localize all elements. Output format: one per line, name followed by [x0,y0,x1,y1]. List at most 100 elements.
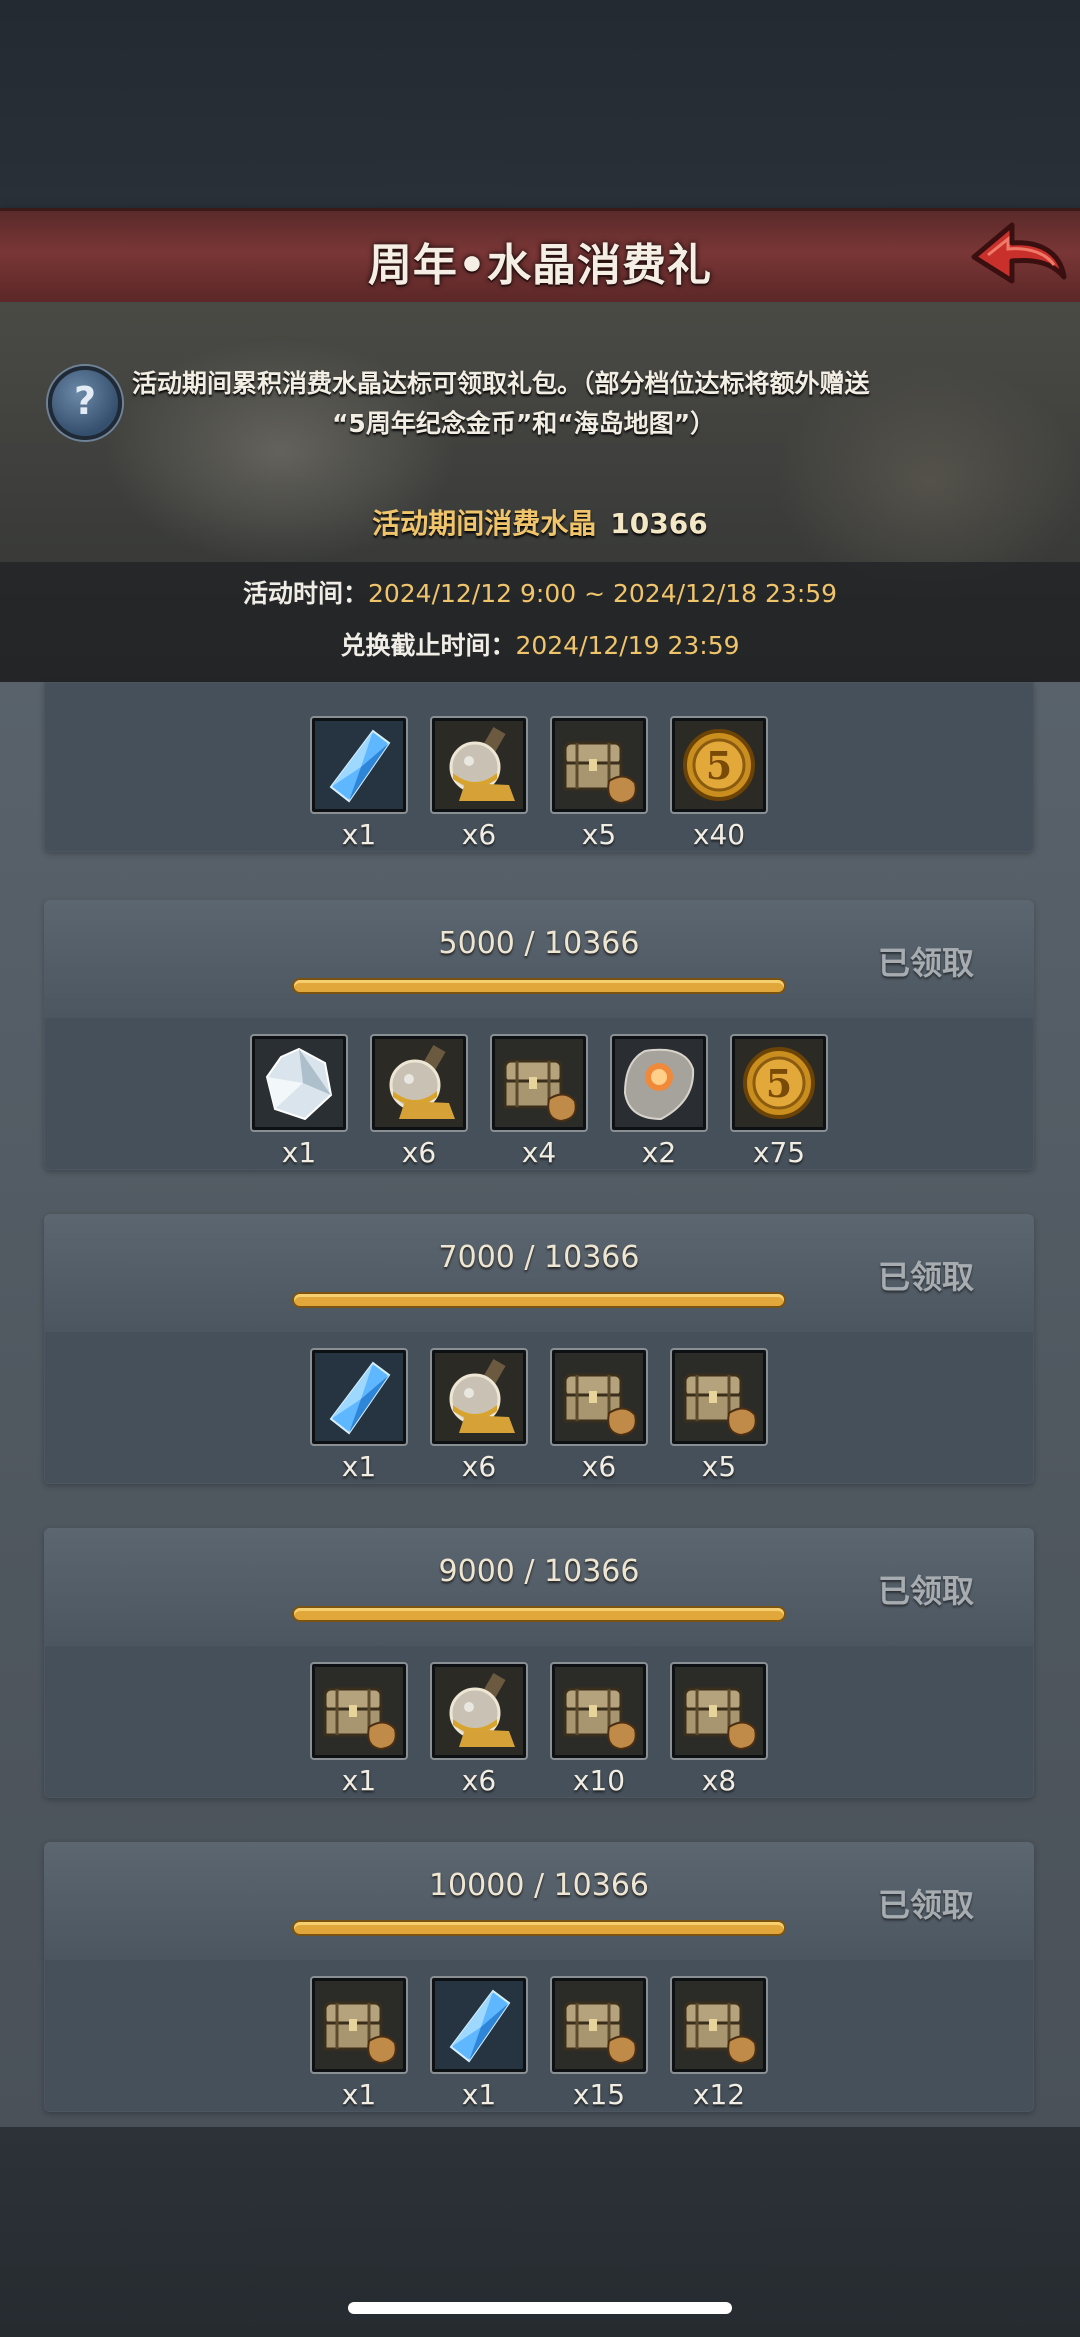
reward-item[interactable]: x12 [659,1978,779,2111]
description-line-2: “5周年纪念金币”和“海岛地图”） [332,409,716,438]
reward-quantity: x75 [752,1136,806,1169]
reward-quantity: x6 [461,1450,497,1483]
tier-progress-bar [294,1922,784,1934]
reward-tier-2: 7000 / 10366 已领取 x1 x6 x6 x5 [44,1214,1034,1484]
question-icon: ? [73,379,97,423]
page-title: 周年•水晶消费礼 [367,240,713,291]
event-banner: ? 活动期间累积消费水晶达标可领取礼包。（部分档位达标将额外赠送 “5周年纪念金… [0,302,1080,682]
event-description: 活动期间累积消费水晶达标可领取礼包。（部分档位达标将额外赠送 “5周年纪念金币”… [132,364,972,444]
reward-quantity: x1 [341,1450,377,1483]
blue-crystal-icon [312,718,406,812]
help-button[interactable]: ? [48,366,122,440]
treasure-chest-icon [552,1350,646,1444]
reward-item[interactable]: x6 [419,718,539,851]
gold-potion-icon [432,1664,526,1758]
reward-items: x1 x6 x4 x2 5 x75 [44,1036,1034,1169]
description-line-1: 活动期间累积消费水晶达标可领取礼包。（部分档位达标将额外赠送 [132,369,870,398]
tier-progress-bar [294,980,784,992]
reward-quantity: x6 [461,1764,497,1797]
treasure-chest-icon [312,1978,406,2072]
reward-item[interactable]: x6 [419,1350,539,1483]
reward-item[interactable]: x6 [359,1036,479,1169]
reward-items: x1 x6 x10 x8 [44,1664,1034,1797]
treasure-chest-icon [552,1978,646,2072]
tier-header: 10000 / 10366 已领取 [44,1842,1034,1960]
exchange-label: 兑换截止时间： [340,631,516,660]
reward-item[interactable]: 5 x75 [719,1036,839,1169]
reward-item[interactable]: x1 [419,1978,539,2111]
reward-quantity: x15 [572,2078,626,2111]
reward-quantity: x5 [701,1450,737,1483]
consumed-crystals: 活动期间消费水晶 10366 [0,502,1080,542]
treasure-chest-icon [312,1664,406,1758]
reward-item[interactable]: x1 [299,1664,419,1797]
gold-potion-icon [372,1036,466,1130]
exchange-value: 2024/12/19 23:59 [515,631,740,660]
back-button[interactable] [968,215,1068,297]
reward-item[interactable]: x1 [299,1350,419,1483]
treasure-chest-icon [672,1664,766,1758]
reward-quantity: x1 [461,2078,497,2111]
event-time-label: 活动时间： [242,579,368,608]
reward-quantity: x8 [701,1764,737,1797]
reward-quantity: x1 [341,818,377,851]
reward-tier-3: 9000 / 10366 已领取 x1 x6 x10 x8 [44,1528,1034,1798]
claimed-status: 已领取 [877,1572,974,1610]
reward-quantity: x6 [581,1450,617,1483]
reward-item[interactable]: x5 [539,718,659,851]
blue-crystal-icon [312,1350,406,1444]
reward-quantity: x1 [281,1136,317,1169]
reward-quantity: x6 [401,1136,437,1169]
back-arrow-icon [971,222,1067,284]
reward-item[interactable]: x10 [539,1664,659,1797]
tier-header: 7000 / 10366 已领取 [44,1214,1034,1332]
reward-item[interactable]: x2 [599,1036,719,1169]
time-info: 活动时间：2024/12/12 9:00 ~ 2024/12/18 23:59 … [0,562,1080,682]
reward-quantity: x2 [641,1136,677,1169]
reward-item[interactable]: x4 [479,1036,599,1169]
reward-item[interactable]: x1 [239,1036,359,1169]
reward-quantity: x12 [692,2078,746,2111]
treasure-chest-icon [672,1350,766,1444]
home-indicator[interactable] [348,2302,732,2314]
reward-quantity: x1 [341,1764,377,1797]
reward-list[interactable]: x1 x6 x5 5 x40 5000 / 10366 已领取 x1 x6 x4 x2 5 x75… [0,682,1080,2127]
svg-text:5: 5 [706,743,732,788]
reward-quantity: x4 [521,1136,557,1169]
reward-quantity: x6 [461,818,497,851]
reward-item[interactable]: x5 [659,1350,779,1483]
tier-progress-bar [294,1608,784,1620]
reward-item[interactable]: x6 [419,1664,539,1797]
reward-tier-0: x1 x6 x5 5 x40 [44,682,1034,852]
treasure-chest-icon [672,1978,766,2072]
reward-quantity: x10 [572,1764,626,1797]
reward-quantity: x5 [581,818,617,851]
gold-potion-icon [432,1350,526,1444]
tier-progress-bar [294,1294,784,1306]
reward-quantity: x1 [341,2078,377,2111]
consumed-label: 活动期间消费水晶 [372,507,597,540]
gold-potion-icon [432,718,526,812]
reward-tier-4: 10000 / 10366 已领取 x1 x1 x15 x12 [44,1842,1034,2112]
treasure-chest-icon [492,1036,586,1130]
treasure-chest-icon [552,1664,646,1758]
blue-crystal-icon [432,1978,526,2072]
event-time: 活动时间：2024/12/12 9:00 ~ 2024/12/18 23:59 [0,574,1080,610]
white-crystal-icon [252,1036,346,1130]
reward-item[interactable]: x8 [659,1664,779,1797]
exchange-deadline: 兑换截止时间：2024/12/19 23:59 [0,626,1080,662]
svg-text:5: 5 [766,1061,792,1106]
reward-item[interactable]: x1 [299,1978,419,2111]
title-bar: 周年•水晶消费礼 [0,208,1080,307]
reward-quantity: x40 [692,818,746,851]
event-time-value: 2024/12/12 9:00 ~ 2024/12/18 23:59 [367,579,838,608]
treasure-chest-icon [552,718,646,812]
reward-item[interactable]: x6 [539,1350,659,1483]
claimed-status: 已领取 [877,1258,974,1296]
reward-item[interactable]: x15 [539,1978,659,2111]
reward-item[interactable]: 5 x40 [659,718,779,851]
claimed-status: 已领取 [877,944,974,982]
reward-item[interactable]: x1 [299,718,419,851]
reward-items: x1 x6 x6 x5 [44,1350,1034,1483]
gold-coin-5-icon: 5 [672,718,766,812]
